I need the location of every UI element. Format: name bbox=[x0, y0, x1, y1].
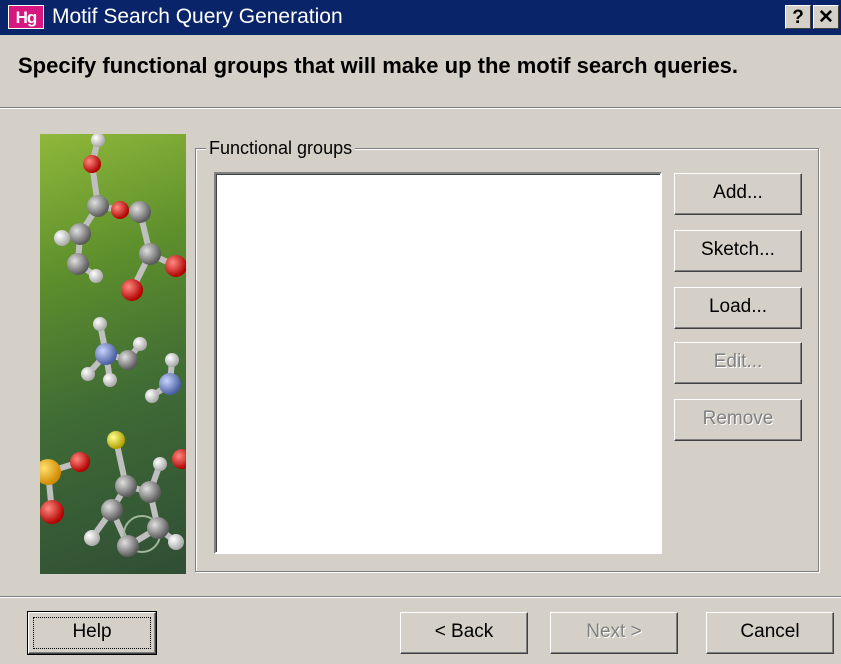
load-button[interactable]: Load... bbox=[674, 287, 802, 329]
molecule-graphic bbox=[40, 134, 186, 557]
remove-button-label: Remove bbox=[702, 408, 774, 429]
next-button[interactable]: Next > bbox=[550, 612, 678, 654]
edit-button-label: Edit... bbox=[713, 351, 763, 372]
window-title: Motif Search Query Generation bbox=[52, 5, 343, 28]
functional-groups-label: Functional groups bbox=[206, 137, 356, 159]
sketch-button[interactable]: Sketch... bbox=[674, 230, 802, 272]
help-question-button[interactable]: ? bbox=[785, 5, 811, 29]
back-button-label: < Back bbox=[434, 621, 494, 642]
title-bar[interactable]: Hg Motif Search Query Generation ? ✕ bbox=[0, 0, 841, 35]
help-button[interactable]: Help bbox=[27, 611, 157, 655]
sketch-button-label: Sketch... bbox=[701, 239, 775, 260]
close-button[interactable]: ✕ bbox=[813, 5, 839, 29]
molecule-illustration bbox=[40, 134, 186, 574]
edit-button[interactable]: Edit... bbox=[674, 342, 802, 384]
add-button[interactable]: Add... bbox=[674, 173, 802, 215]
next-button-label: Next > bbox=[586, 621, 642, 642]
remove-button[interactable]: Remove bbox=[674, 399, 802, 441]
header-divider bbox=[0, 107, 841, 109]
cancel-button[interactable]: Cancel bbox=[706, 612, 834, 654]
app-icon: Hg bbox=[8, 5, 44, 29]
help-button-label: Help bbox=[72, 621, 112, 642]
footer-divider bbox=[0, 596, 841, 598]
functional-groups-list[interactable] bbox=[214, 172, 662, 554]
instruction-heading: Specify functional groups that will make… bbox=[18, 53, 739, 78]
add-button-label: Add... bbox=[713, 182, 763, 203]
cancel-button-label: Cancel bbox=[740, 621, 800, 642]
back-button[interactable]: < Back bbox=[400, 612, 528, 654]
load-button-label: Load... bbox=[708, 296, 768, 317]
